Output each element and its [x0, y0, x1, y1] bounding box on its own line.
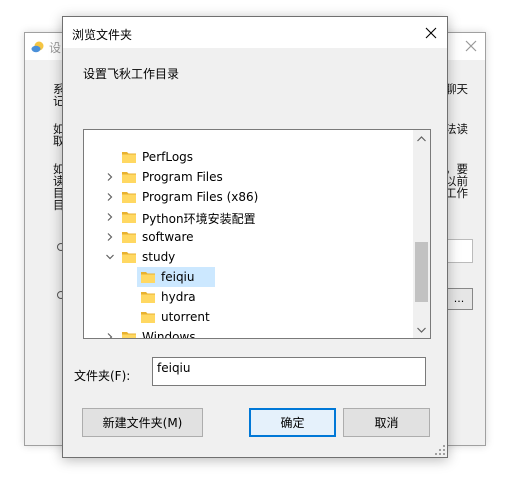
tree-item-label: Program Files: [142, 170, 223, 184]
chevron-right-icon[interactable]: [105, 212, 115, 222]
tree-item-label: Program Files (x86): [142, 190, 259, 204]
tree-item[interactable]: study: [84, 247, 414, 267]
tree-item[interactable]: Program Files (x86): [84, 187, 414, 207]
tree-item[interactable]: Python环境安装配置: [84, 207, 414, 227]
resize-grip-icon[interactable]: [435, 445, 445, 455]
folder-icon: [141, 292, 155, 303]
tree-item[interactable]: software: [84, 227, 414, 247]
folder-icon: [141, 272, 155, 283]
tree-item[interactable]: utorrent: [84, 307, 414, 327]
folder-icon: [141, 312, 155, 323]
background-input[interactable]: [445, 239, 473, 263]
dialog-title: 浏览文件夹: [72, 28, 133, 42]
folder-icon: [122, 212, 136, 223]
folder-icon: [122, 232, 136, 243]
folder-tree[interactable]: PerfLogs Program Files Program Files (x86)…: [83, 129, 431, 339]
background-right-text: 聊天 法读 ，要 以前 工作: [445, 82, 468, 200]
dialog-titlebar: 浏览文件夹: [63, 17, 447, 48]
browse-folder-dialog: 浏览文件夹 设置飞秋工作目录 PerfLogs Program Files Prog…: [62, 16, 448, 458]
chevron-down-icon: [417, 327, 426, 333]
folder-icon: [122, 252, 136, 263]
close-icon: [425, 27, 437, 38]
tree-item-label: software: [142, 230, 194, 244]
chevron-down-icon[interactable]: [105, 252, 115, 262]
new-folder-button[interactable]: 新建文件夹(M): [82, 408, 203, 437]
chevron-up-icon: [417, 135, 426, 141]
chevron-right-icon[interactable]: [105, 172, 115, 182]
dialog-description: 设置飞秋工作目录: [83, 67, 180, 81]
folder-input[interactable]: feiqiu: [152, 357, 426, 386]
scroll-down-button[interactable]: [413, 321, 430, 338]
tree-item[interactable]: PerfLogs: [84, 147, 414, 167]
dialog-close-button[interactable]: [415, 17, 447, 48]
background-window-title: 设: [49, 41, 62, 55]
close-icon[interactable]: [463, 38, 479, 54]
tree-item-label: feiqiu: [161, 270, 195, 284]
tree-item[interactable]: Program Files: [84, 167, 414, 187]
cancel-button[interactable]: 取消: [343, 408, 430, 437]
chevron-right-icon[interactable]: [105, 232, 115, 242]
folder-icon: [122, 152, 136, 163]
tree-item[interactable]: hydra: [84, 287, 414, 307]
folder-icon: [122, 332, 136, 338]
chevron-right-icon[interactable]: [105, 192, 115, 202]
tree-item-label: PerfLogs: [142, 150, 194, 164]
scroll-thumb[interactable]: [415, 242, 428, 302]
tree-item-label: utorrent: [161, 310, 210, 324]
tree-scrollbar[interactable]: [413, 130, 430, 338]
tree-item-label: Python环境安装配置: [142, 212, 256, 226]
folder-icon: [122, 172, 136, 183]
folder-label: 文件夹(F):: [74, 369, 131, 383]
tree-item-label: study: [142, 250, 176, 264]
app-icon: [31, 41, 44, 53]
chevron-right-icon[interactable]: [105, 332, 115, 339]
folder-icon: [122, 192, 136, 203]
tree-item[interactable]: feiqiu: [84, 267, 414, 287]
tree-item-label: Windows: [142, 330, 196, 339]
tree-item[interactable]: Windows: [84, 327, 414, 339]
ok-button[interactable]: 确定: [249, 408, 336, 437]
tree-item-label: hydra: [161, 290, 196, 304]
background-browse-button[interactable]: ...: [445, 288, 473, 310]
scroll-up-button[interactable]: [413, 130, 430, 147]
